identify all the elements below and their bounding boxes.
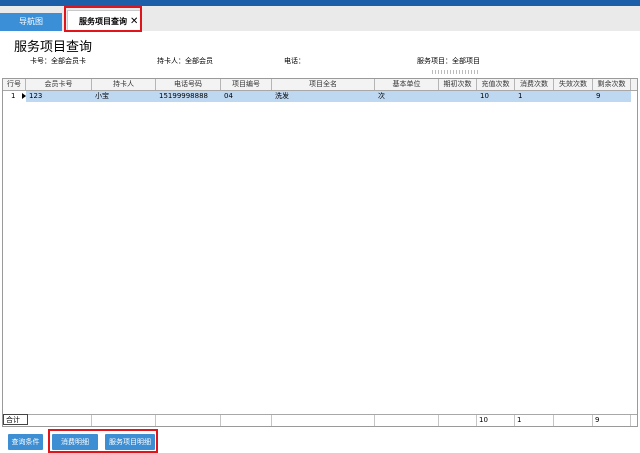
filter-phone[interactable]: 电话： — [284, 56, 305, 66]
footer-recharge: 10 — [477, 415, 515, 426]
cell-consumed[interactable]: 1 — [516, 91, 522, 102]
selected-row-highlight — [26, 91, 631, 102]
cell-holder[interactable]: 小宝 — [93, 91, 109, 102]
table-row[interactable]: 1 123 小宝 15199998888 04 洗发 次 10 1 9 — [3, 91, 637, 102]
tab-navigation-map[interactable]: 导航图 — [0, 13, 62, 31]
grid-header: 行号 会员卡号 持卡人 电话号码 项目编号 项目全名 基本单位 期初次数 充值次… — [3, 79, 637, 91]
column-header[interactable]: 期初次数 — [439, 79, 477, 90]
page-title: 服务项目查询 — [14, 40, 93, 55]
column-header[interactable]: 项目编号 — [221, 79, 272, 90]
cell-item-name[interactable]: 洗发 — [273, 91, 289, 102]
consumption-detail-button[interactable]: 消费明细 — [52, 434, 98, 450]
filter-card-no[interactable]: 卡号：全部会员卡 — [30, 56, 86, 66]
filter-service[interactable]: 服务项目：全部项目 — [417, 56, 480, 66]
tab-service-item-query[interactable]: 服务项目查询 ✕ — [67, 10, 141, 32]
footer-cell — [272, 415, 375, 426]
footer-cell — [375, 415, 439, 426]
cell-card-no[interactable]: 123 — [27, 91, 42, 102]
row-pointer-icon — [22, 93, 26, 99]
cell-initial[interactable] — [440, 91, 442, 102]
cell-remaining[interactable]: 9 — [594, 91, 600, 102]
service-detail-button[interactable]: 服务项目明细 — [105, 434, 155, 450]
footer-cell — [439, 415, 477, 426]
cell-phone[interactable]: 15199998888 — [157, 91, 208, 102]
column-header[interactable]: 行号 — [3, 79, 26, 90]
footer-label: 合计 — [3, 414, 28, 425]
footer-cell — [156, 415, 221, 426]
column-header[interactable]: 电话号码 — [156, 79, 221, 90]
tab-label: 服务项目查询 — [79, 17, 127, 26]
close-icon[interactable]: ✕ — [130, 11, 138, 32]
column-header[interactable]: 持卡人 — [92, 79, 156, 90]
column-header[interactable]: 充值次数 — [477, 79, 515, 90]
column-header[interactable]: 项目全名 — [272, 79, 375, 90]
cell-expired[interactable] — [555, 91, 557, 102]
cell-unit[interactable]: 次 — [376, 91, 385, 102]
resize-grip-icon[interactable] — [432, 70, 480, 74]
cell-item-code[interactable]: 04 — [222, 91, 233, 102]
cell-row-no: 1 — [11, 92, 16, 100]
query-conditions-button[interactable]: 查询条件 — [8, 434, 43, 450]
footer-remaining: 9 — [593, 415, 631, 426]
column-header[interactable]: 失效次数 — [554, 79, 593, 90]
column-header[interactable]: 剩余次数 — [593, 79, 631, 90]
footer-cell — [92, 415, 156, 426]
grid-footer-totals: 合计 10 1 9 — [3, 414, 637, 426]
column-header[interactable]: 基本单位 — [375, 79, 439, 90]
footer-cell — [554, 415, 593, 426]
column-header[interactable]: 会员卡号 — [26, 79, 92, 90]
footer-consumed: 1 — [515, 415, 554, 426]
footer-cell — [221, 415, 272, 426]
filter-holder[interactable]: 持卡人：全部会员 — [157, 56, 213, 66]
data-grid[interactable]: 行号 会员卡号 持卡人 电话号码 项目编号 项目全名 基本单位 期初次数 充值次… — [2, 78, 638, 427]
column-header[interactable]: 消费次数 — [515, 79, 554, 90]
cell-recharge[interactable]: 10 — [478, 91, 489, 102]
footer-cell — [28, 415, 92, 426]
